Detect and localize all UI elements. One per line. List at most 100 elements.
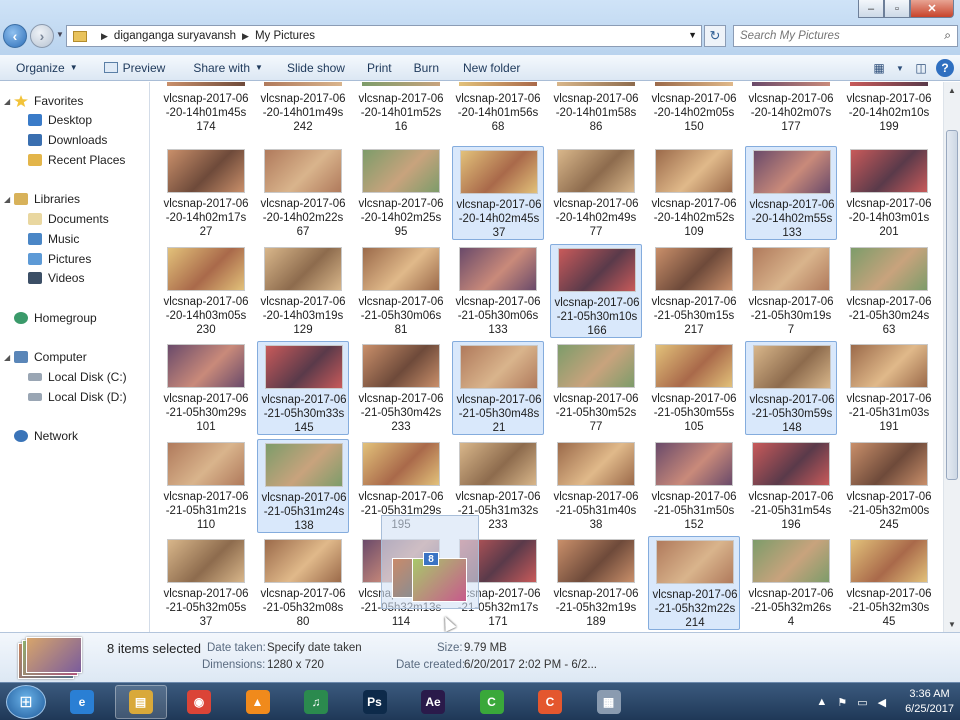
file-thumbnail[interactable] xyxy=(655,441,733,486)
nav-local-disk-d[interactable]: Local Disk (D:) xyxy=(28,390,127,404)
file-thumbnail[interactable] xyxy=(655,149,733,193)
file-thumbnail[interactable] xyxy=(362,246,440,291)
view-dropdown-icon[interactable]: ▼ xyxy=(894,57,906,79)
taskbar-app-button[interactable]: ◉ xyxy=(173,685,225,719)
file-thumbnail[interactable] xyxy=(850,149,928,193)
file-tile[interactable]: vlcsnap-2017-06 -20-14h02m22s 67 xyxy=(257,146,349,240)
scroll-up-icon[interactable]: ▲ xyxy=(944,82,960,98)
file-tile[interactable]: vlcsnap-2017-06 -20-14h02m49s 77 xyxy=(550,146,642,240)
file-tile[interactable]: vlcsnap-2017-06 -20-14h02m55s 133 xyxy=(745,146,837,240)
file-tile[interactable]: vlcsnap-2017-06 -21-05h31m40s 38 xyxy=(550,439,642,533)
minimize-button[interactable]: – xyxy=(858,0,884,18)
nav-music[interactable]: Music xyxy=(28,232,79,246)
show-hidden-icons-icon[interactable]: ▲ xyxy=(816,696,827,708)
address-dropdown-icon[interactable]: ▼ xyxy=(688,30,697,40)
nav-computer[interactable]: ◢ Computer xyxy=(4,350,87,364)
file-tile[interactable]: vlcsnap-2017-06 -21-05h30m10s 166 xyxy=(550,243,642,338)
file-thumbnail[interactable] xyxy=(850,441,928,486)
file-thumbnail[interactable] xyxy=(752,441,830,486)
taskbar-app-button[interactable]: ▤ xyxy=(114,685,167,719)
file-thumbnail[interactable] xyxy=(264,539,342,583)
file-thumbnail[interactable] xyxy=(265,442,343,487)
file-thumbnail[interactable] xyxy=(459,246,537,291)
file-thumbnail[interactable] xyxy=(264,149,342,193)
file-tile[interactable]: vlcsnap-2017-06 -21-05h30m42s 233 xyxy=(355,341,447,435)
file-thumbnail[interactable] xyxy=(753,345,831,389)
maximize-button[interactable]: ▫ xyxy=(884,0,910,18)
file-thumbnail[interactable] xyxy=(264,82,342,86)
recent-pages-chevron-icon[interactable]: ▼ xyxy=(56,30,64,39)
file-tile[interactable]: vlcsnap-2017-06 -20-14h02m25s 95 xyxy=(355,146,447,240)
file-thumbnail[interactable] xyxy=(656,540,734,584)
file-thumbnail[interactable] xyxy=(460,150,538,194)
file-thumbnail[interactable] xyxy=(265,345,343,389)
file-thumbnail[interactable] xyxy=(557,344,635,388)
address-bar[interactable]: ▶ diganganga suryavansh ▶ My Pictures ▼ xyxy=(66,25,702,47)
help-icon[interactable]: ? xyxy=(936,59,954,77)
file-thumbnail[interactable] xyxy=(752,539,830,583)
file-tile[interactable]: vlcsnap-2017-06 -21-05h30m19s 7 xyxy=(745,244,837,338)
collapse-icon[interactable]: ◢ xyxy=(4,195,14,204)
new-folder-button[interactable]: New folder xyxy=(455,57,528,79)
file-thumbnail[interactable] xyxy=(557,149,635,193)
file-thumbnail[interactable] xyxy=(264,246,342,291)
file-thumbnail[interactable] xyxy=(167,539,245,583)
file-tile[interactable]: vlcsnap-2017-06 -21-05h30m06s 133 xyxy=(452,244,544,338)
action-center-flag-icon[interactable]: ⚑ xyxy=(837,696,847,709)
nav-local-disk-c[interactable]: Local Disk (C:) xyxy=(28,370,127,384)
file-tile[interactable]: vlcsnap-2017-06 -20-14h03m01s 201 xyxy=(843,146,935,240)
file-thumbnail[interactable] xyxy=(850,539,928,583)
file-tile[interactable]: vlcsnap-2017-06 -21-05h32m26s 4 xyxy=(745,536,837,630)
file-thumbnail[interactable] xyxy=(753,150,831,194)
file-list[interactable]: vlcsnap-2017-06 -20-14h01m45s 174 vlcsnap-2… xyxy=(152,82,942,632)
clock[interactable]: 3:36 AM 6/25/2017 xyxy=(905,687,954,717)
burn-button[interactable]: Burn xyxy=(406,57,447,79)
file-tile[interactable]: vlcsnap-2017-06 -21-05h30m15s 217 xyxy=(648,244,740,338)
file-tile[interactable]: vlcsnap-2017-06 -21-05h32m30s 45 xyxy=(843,536,935,630)
network-tray-icon[interactable]: ▭ xyxy=(857,696,867,709)
breadcrumb-separator-icon[interactable]: ▶ xyxy=(101,31,108,42)
file-thumbnail[interactable] xyxy=(655,82,733,86)
file-thumbnail[interactable] xyxy=(460,345,538,389)
file-thumbnail[interactable] xyxy=(362,344,440,388)
file-thumbnail[interactable] xyxy=(362,82,440,86)
file-tile[interactable]: vlcsnap-2017-06 -21-05h32m00s 245 xyxy=(843,439,935,533)
file-tile[interactable]: vlcsnap-2017-06 -21-05h31m50s 152 xyxy=(648,439,740,533)
scroll-down-icon[interactable]: ▼ xyxy=(944,616,960,632)
close-button[interactable]: ✕ xyxy=(910,0,954,18)
file-tile[interactable]: vlcsnap-2017-06 -21-05h30m29s 101 xyxy=(160,341,252,435)
file-tile[interactable]: vlcsnap-2017-06 -20-14h03m05s 230 xyxy=(160,244,252,338)
taskbar-app-button[interactable]: Ae xyxy=(407,685,459,719)
file-tile[interactable]: vlcsnap-2017-06 -21-05h30m52s 77 xyxy=(550,341,642,435)
nav-favorites[interactable]: ◢ Favorites xyxy=(4,94,83,108)
search-input[interactable] xyxy=(740,30,930,42)
file-tile[interactable]: vlcsnap-2017-06 -21-05h32m22s 214 xyxy=(648,536,740,630)
vertical-scrollbar[interactable]: ▲ ▼ xyxy=(943,82,960,632)
breadcrumb-my-pictures[interactable]: My Pictures xyxy=(255,30,315,42)
nav-network[interactable]: Network xyxy=(4,429,78,443)
change-view-icon[interactable]: ▦ xyxy=(868,57,890,79)
preview-pane-icon[interactable]: ◫ xyxy=(910,57,932,79)
file-tile[interactable]: vlcsnap-2017-06 -21-05h31m03s 191 xyxy=(843,341,935,435)
preview-button[interactable]: Preview xyxy=(96,57,174,79)
file-thumbnail[interactable] xyxy=(655,344,733,388)
forward-button[interactable]: › xyxy=(30,24,54,48)
file-thumbnail[interactable] xyxy=(655,246,733,291)
print-button[interactable]: Print xyxy=(359,57,400,79)
share-with-button[interactable]: Share with ▼ xyxy=(185,57,271,79)
nav-libraries[interactable]: ◢ Libraries xyxy=(4,192,80,206)
file-thumbnail[interactable] xyxy=(167,344,245,388)
breadcrumb-separator-icon[interactable]: ▶ xyxy=(242,31,249,42)
file-thumbnail[interactable] xyxy=(167,82,245,86)
file-tile[interactable]: vlcsnap-2017-06 -21-05h32m19s 189 xyxy=(550,536,642,630)
refresh-button[interactable]: ↻ xyxy=(704,25,726,47)
date-taken-value[interactable]: Specify date taken xyxy=(267,642,362,654)
file-tile[interactable]: vlcsnap-2017-06 -21-05h30m06s 81 xyxy=(355,244,447,338)
file-tile[interactable]: vlcsnap-2017-06 -21-05h30m33s 145 xyxy=(257,341,349,435)
file-thumbnail[interactable] xyxy=(850,246,928,291)
collapse-icon[interactable]: ◢ xyxy=(4,353,14,362)
file-tile[interactable]: vlcsnap-2017-06 -20-14h03m19s 129 xyxy=(257,244,349,338)
organize-button[interactable]: Organize ▼ xyxy=(8,57,86,79)
taskbar-app-button[interactable]: ▦ xyxy=(583,685,635,719)
taskbar-app-button[interactable]: C xyxy=(524,685,576,719)
